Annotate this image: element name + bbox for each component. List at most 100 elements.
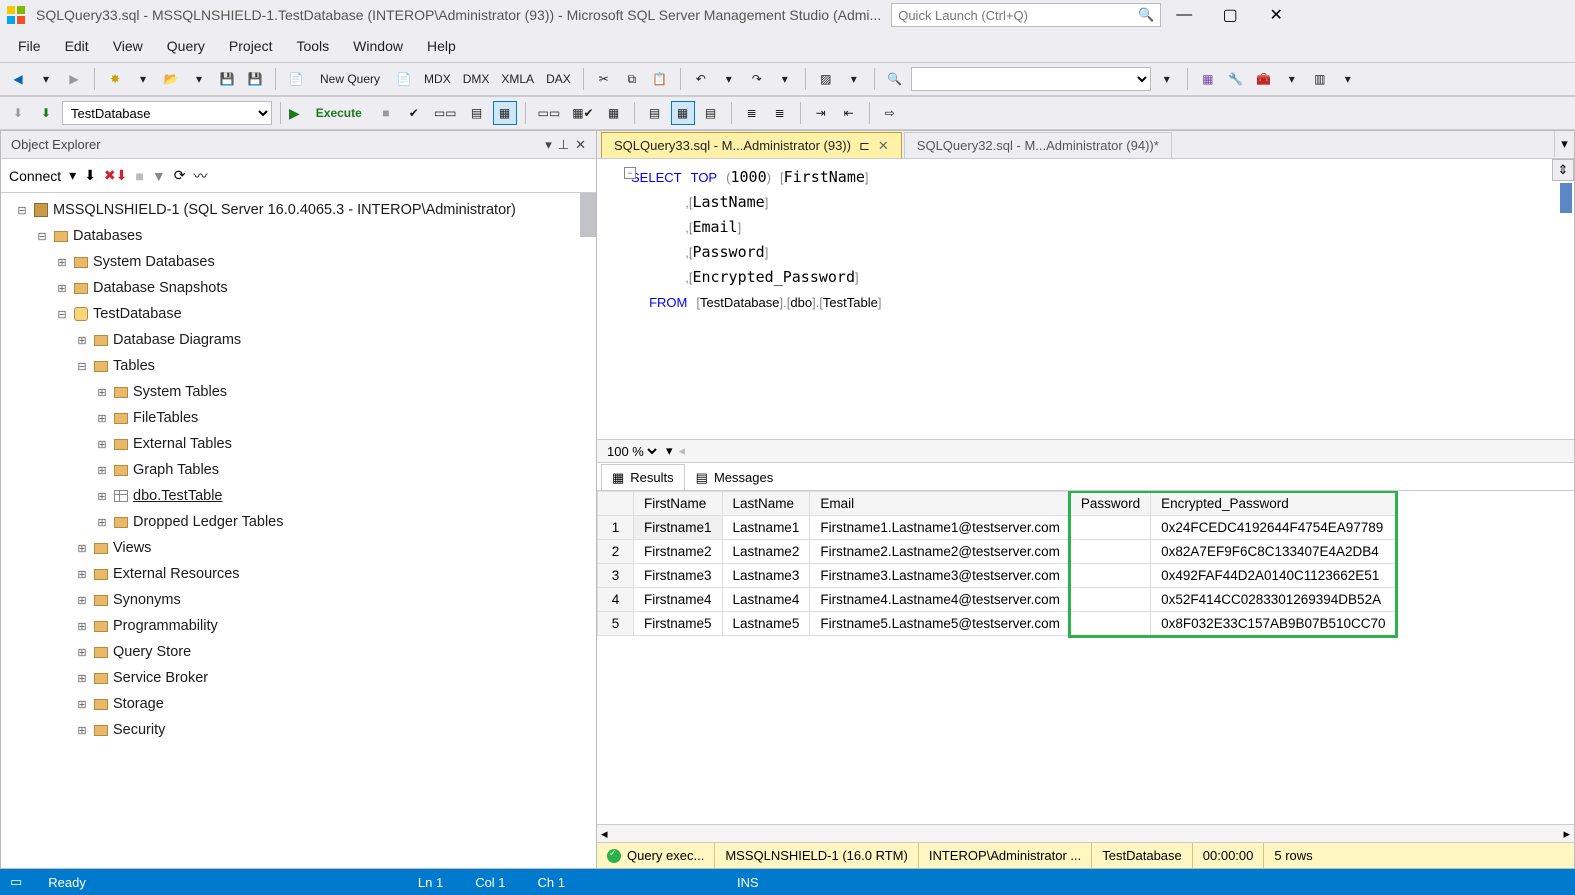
expand-toggle[interactable]: ⊞ xyxy=(75,672,89,685)
stop-button[interactable]: ■ xyxy=(374,101,398,125)
cell[interactable]: Lastname5 xyxy=(722,612,810,636)
table-row[interactable]: 3Firstname3Lastname3Firstname3.Lastname3… xyxy=(598,564,1397,588)
nav-back-dropdown[interactable]: ▾ xyxy=(34,67,58,91)
xmla-button[interactable]: XMLA xyxy=(497,67,538,91)
expand-toggle[interactable]: ⊞ xyxy=(75,698,89,711)
cell[interactable]: 0x24FCEDC4192644F4754EA97789 xyxy=(1151,516,1396,540)
table-row[interactable]: 4Firstname4Lastname4Firstname4.Lastname4… xyxy=(598,588,1397,612)
extensions-button[interactable]: ▦ xyxy=(1196,67,1220,91)
cell[interactable] xyxy=(1070,612,1150,636)
expand-toggle[interactable]: ⊞ xyxy=(95,464,109,477)
object-explorer-tree[interactable]: ⊟MSSQLNSHIELD-1 (SQL Server 16.0.4065.3 … xyxy=(1,193,596,868)
pane-pin-button[interactable]: ⊥ xyxy=(558,137,569,153)
results-grid-button[interactable]: ▦ xyxy=(671,101,695,125)
minimize-button[interactable]: — xyxy=(1161,1,1207,29)
find-dropdown[interactable]: ▾ xyxy=(1155,67,1179,91)
expand-toggle[interactable]: ⊞ xyxy=(55,256,69,269)
query-template-button[interactable]: 📄 xyxy=(392,67,416,91)
pane-dropdown-button[interactable]: ▾ xyxy=(545,137,552,153)
tree-node-sysdb[interactable]: ⊞System Databases xyxy=(1,249,596,275)
new-item-dropdown[interactable]: ▾ xyxy=(131,67,155,91)
row-number[interactable]: 5 xyxy=(598,612,634,636)
expand-toggle[interactable]: ⊞ xyxy=(75,620,89,633)
zoom-selector[interactable]: 100 % xyxy=(603,443,660,460)
menu-view[interactable]: View xyxy=(103,34,153,58)
row-number[interactable]: 3 xyxy=(598,564,634,588)
open-folder-dropdown[interactable]: ▾ xyxy=(187,67,211,91)
expand-toggle[interactable]: ⊞ xyxy=(75,568,89,581)
sql-text[interactable]: SELECT TOP (1000) [FirstName] ,[LastName… xyxy=(621,159,1574,439)
zoom-scroll-left-icon[interactable]: ◂ xyxy=(679,443,686,459)
execute-button[interactable]: Execute xyxy=(308,101,370,125)
cell[interactable]: Firstname2.Lastname2@testserver.com xyxy=(810,540,1071,564)
table-row[interactable]: 5Firstname5Lastname5Firstname5.Lastname5… xyxy=(598,612,1397,636)
refresh-button[interactable]: ⟳ xyxy=(174,167,186,184)
redo-button[interactable]: ↷ xyxy=(745,67,769,91)
toolbox-button[interactable]: 🧰 xyxy=(1252,67,1276,91)
results-file-button[interactable]: ▤ xyxy=(699,101,723,125)
editor-tab-0[interactable]: SQLQuery33.sql - M...Administrator (93))… xyxy=(601,132,902,158)
parse-button[interactable]: ✔ xyxy=(402,101,426,125)
expand-toggle[interactable]: ⊞ xyxy=(75,334,89,347)
table-row[interactable]: 2Firstname2Lastname2Firstname2.Lastname2… xyxy=(598,540,1397,564)
tree-scrollbar-thumb[interactable] xyxy=(580,193,596,237)
menu-file[interactable]: File xyxy=(8,34,51,58)
expand-toggle[interactable]: ⊞ xyxy=(95,490,109,503)
tree-node-server[interactable]: ⊟MSSQLNSHIELD-1 (SQL Server 16.0.4065.3 … xyxy=(1,197,596,223)
results-tab[interactable]: ▦Results xyxy=(601,464,685,490)
cell[interactable]: Firstname3.Lastname3@testserver.com xyxy=(810,564,1071,588)
cell[interactable]: Lastname1 xyxy=(722,516,810,540)
dmx-button[interactable]: DMX xyxy=(459,67,494,91)
maximize-button[interactable]: ▢ xyxy=(1207,1,1253,29)
menu-project[interactable]: Project xyxy=(219,34,283,58)
find-combo[interactable] xyxy=(911,67,1151,91)
uncomment-button[interactable]: ≣ xyxy=(768,101,792,125)
tree-node-synonyms[interactable]: ⊞Synonyms xyxy=(1,587,596,613)
new-query-button[interactable]: New Query xyxy=(312,67,388,91)
collapse-region-button[interactable]: − xyxy=(624,167,636,179)
cell[interactable]: Firstname4 xyxy=(634,588,723,612)
expand-toggle[interactable]: ⊟ xyxy=(35,230,49,243)
results-grid[interactable]: FirstNameLastNameEmailPasswordEncrypted_… xyxy=(597,491,1397,636)
tree-node-views[interactable]: ⊞Views xyxy=(1,535,596,561)
properties-dropdown[interactable]: ▾ xyxy=(842,67,866,91)
connect-button[interactable]: ⬇ xyxy=(6,101,30,125)
tree-node-databases[interactable]: ⊟Databases xyxy=(1,223,596,249)
stop-connect-button[interactable]: ✖⬇ xyxy=(104,167,127,184)
pane-close-button[interactable]: ✕ xyxy=(575,137,586,153)
undo-dropdown[interactable]: ▾ xyxy=(717,67,741,91)
include-actual-plan-button[interactable]: ▭▭ xyxy=(534,101,565,125)
cell[interactable]: 0x492FAF44D2A0140C1123662E51 xyxy=(1151,564,1396,588)
tree-node-security[interactable]: ⊞Security xyxy=(1,717,596,743)
new-item-button[interactable]: ✸ xyxy=(103,67,127,91)
save-button[interactable]: 💾 xyxy=(215,67,239,91)
expand-toggle[interactable]: ⊞ xyxy=(95,386,109,399)
cell[interactable]: Firstname2 xyxy=(634,540,723,564)
include-stats-button[interactable]: ▦✔ xyxy=(568,101,597,125)
cell[interactable]: Firstname4.Lastname4@testserver.com xyxy=(810,588,1071,612)
cell[interactable]: 0x82A7EF9F6C8C133407E4A2DB4 xyxy=(1151,540,1396,564)
cell[interactable]: Lastname2 xyxy=(722,540,810,564)
results-text-button[interactable]: ▤ xyxy=(643,101,667,125)
query-options-button[interactable]: ▤ xyxy=(465,101,489,125)
tree-node-extres[interactable]: ⊞External Resources xyxy=(1,561,596,587)
expand-toggle[interactable]: ⊞ xyxy=(75,594,89,607)
results-hscrollbar[interactable]: ◂ ▸ xyxy=(597,824,1574,842)
tree-node-prog[interactable]: ⊞Programmability xyxy=(1,613,596,639)
expand-toggle[interactable]: ⊞ xyxy=(75,724,89,737)
paste-button[interactable]: 📋 xyxy=(648,67,672,91)
column-header-password[interactable]: Password xyxy=(1070,492,1150,516)
cell[interactable] xyxy=(1070,516,1150,540)
cell[interactable] xyxy=(1070,588,1150,612)
messages-tab[interactable]: ▤Messages xyxy=(685,464,785,490)
expand-toggle[interactable]: ⊟ xyxy=(15,204,29,217)
cell[interactable]: Lastname4 xyxy=(722,588,810,612)
expand-toggle[interactable]: ⊟ xyxy=(55,308,69,321)
connect-dropdown[interactable]: ▾ xyxy=(69,167,76,184)
tabbar-overflow-button[interactable]: ▾ xyxy=(1554,131,1574,157)
tab-close-button[interactable]: ✕ xyxy=(878,138,889,154)
scroll-left-button[interactable]: ◂ xyxy=(601,826,608,842)
scroll-right-button[interactable]: ▸ xyxy=(1563,826,1570,842)
nav-forward-button[interactable]: ▶ xyxy=(62,67,86,91)
tree-node-testdb[interactable]: ⊟TestDatabase xyxy=(1,301,596,327)
